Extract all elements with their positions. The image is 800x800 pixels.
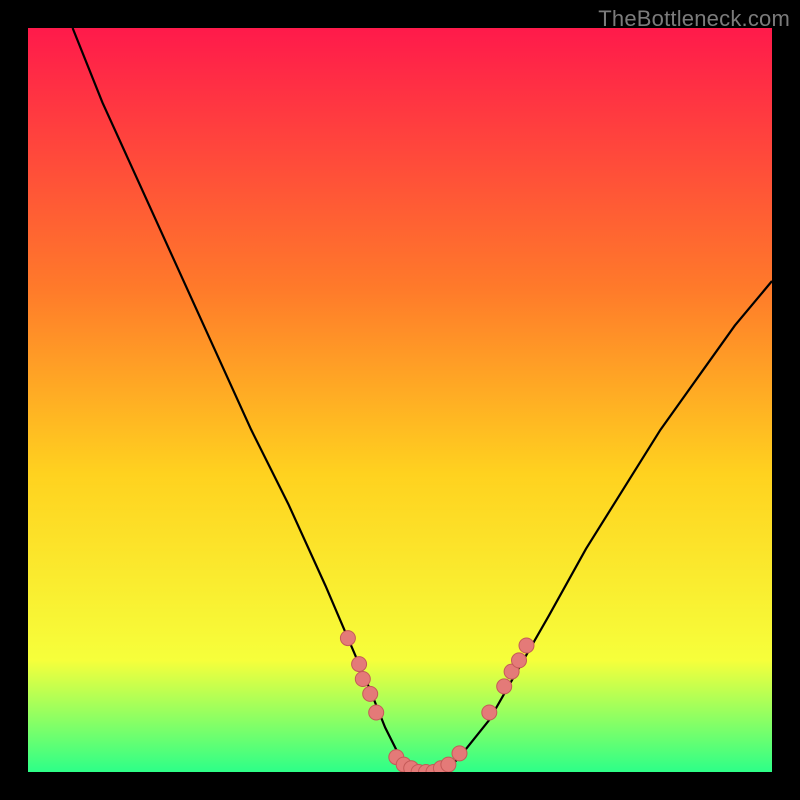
scatter-dot xyxy=(363,686,378,701)
scatter-dot xyxy=(352,657,367,672)
bottleneck-chart xyxy=(28,28,772,772)
scatter-dot xyxy=(355,672,370,687)
watermark-text: TheBottleneck.com xyxy=(598,6,790,32)
scatter-dot xyxy=(482,705,497,720)
scatter-dot xyxy=(497,679,512,694)
scatter-dot xyxy=(340,631,355,646)
gradient-background xyxy=(28,28,772,772)
scatter-dot xyxy=(519,638,534,653)
scatter-dot xyxy=(369,705,384,720)
scatter-dot xyxy=(452,746,467,761)
chart-frame xyxy=(28,28,772,772)
scatter-dot xyxy=(441,757,456,772)
scatter-dot xyxy=(512,653,527,668)
